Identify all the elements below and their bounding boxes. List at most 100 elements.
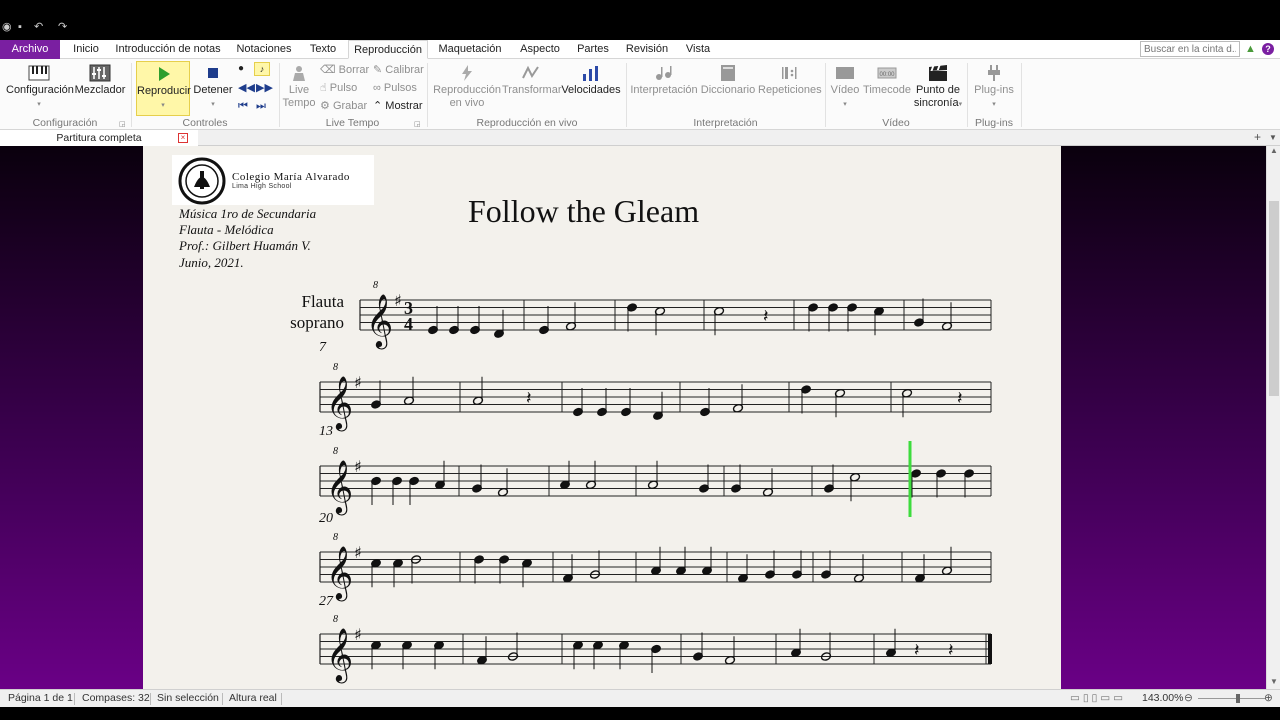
redo-icon[interactable]: ↷ — [58, 20, 67, 34]
tab-texto[interactable]: Texto — [303, 40, 343, 59]
document-tab-partitura-completa[interactable]: Partitura completa × — [0, 130, 198, 146]
undo-icon[interactable]: ↶ — [34, 20, 43, 34]
calibrar-button[interactable]: ✎ Calibrar — [373, 63, 424, 77]
dropdown-caret-icon: ▾ — [958, 101, 963, 108]
instrument-name-line2[interactable]: soprano — [274, 313, 344, 333]
show-icon: ⌃ — [373, 100, 383, 112]
zoom-out-icon[interactable]: ⊖ — [1184, 690, 1193, 707]
ribbon-tab-bar: Archivo Inicio Introducción de notas Not… — [0, 40, 1280, 59]
transformar-label: Transformar — [502, 84, 562, 96]
measure-number-20: 20 — [319, 511, 333, 526]
credit-line-2[interactable]: Flauta - Melódica — [179, 222, 274, 238]
document-tab-bar: Partitura completa × + ▼ — [0, 130, 1280, 146]
rewind-icon[interactable]: ◀◀ — [238, 81, 255, 95]
zoom-slider[interactable] — [1198, 698, 1266, 699]
close-tab-icon[interactable]: × — [178, 133, 188, 143]
metronome-icon[interactable]: ♪ — [254, 62, 270, 76]
title-bar: ◉ ▪ ↶ ↷ — [0, 0, 1280, 40]
reproducir-button[interactable]: Reproducir ▾ — [136, 61, 191, 116]
view-mode-icons[interactable]: ▭ ▯ ▯ ▭ ▭ — [1070, 690, 1123, 707]
tab-archivo[interactable]: Archivo — [0, 40, 60, 59]
school-subtitle: Lima High School — [232, 183, 292, 190]
grabar-button[interactable]: ⚙ Grabar — [320, 99, 367, 113]
app-logo-icon: ◉ — [2, 21, 12, 33]
vertical-scrollbar[interactable]: ▲ ▼ — [1266, 146, 1280, 689]
reproduccion-en-vivo-line1: Reproducción — [433, 84, 501, 96]
live-tempo-line1: Live — [288, 84, 310, 96]
lightning-icon — [462, 65, 472, 81]
measure-number-13: 13 — [319, 424, 333, 439]
reproduccion-en-vivo-button[interactable]: Reproducción en vivo — [432, 61, 502, 110]
credit-line-1[interactable]: Música 1ro de Secundaria — [179, 206, 316, 222]
tab-partes[interactable]: Partes — [573, 40, 613, 59]
save-icon[interactable]: ▪ — [18, 20, 22, 34]
cog-icon: ⚙ — [320, 100, 330, 112]
dropdown-caret-icon: ▾ — [211, 101, 215, 108]
interpretacion-button[interactable]: Interpretación — [630, 61, 698, 97]
collapse-ribbon-icon[interactable]: ▲ — [1245, 42, 1256, 56]
grabar-label: Grabar — [332, 100, 368, 112]
mostrar-button[interactable]: ⌃ Mostrar — [373, 99, 423, 113]
timecode-button[interactable]: 00:00 Timecode — [862, 61, 912, 97]
plug-ins-button[interactable]: Plug-ins ▾ — [972, 61, 1016, 111]
zoom-in-icon[interactable]: ⊕ — [1264, 690, 1273, 707]
tab-introduccion-notas[interactable]: Introducción de notas — [112, 40, 224, 59]
diccionario-button[interactable]: Diccionario — [700, 61, 756, 97]
status-separator — [222, 693, 223, 705]
tab-maquetacion[interactable]: Maquetación — [434, 40, 506, 59]
group-label-interpretacion: Interpretación — [693, 117, 758, 129]
scroll-down-icon[interactable]: ▼ — [1270, 677, 1278, 686]
go-to-start-icon[interactable]: ⏮ — [238, 99, 248, 113]
credit-line-3[interactable]: Prof.: Gilbert Huamán V. — [179, 238, 311, 254]
score-title[interactable]: Follow the Gleam — [468, 193, 699, 230]
scrollbar-thumb[interactable] — [1269, 201, 1279, 396]
repeat-icon — [782, 67, 797, 79]
pulsos-button[interactable]: ∞ Pulsos — [373, 81, 417, 95]
repeticiones-button[interactable]: Repeticiones — [758, 61, 822, 97]
pulses-icon: ∞ — [373, 82, 381, 94]
tab-inicio[interactable]: Inicio — [64, 40, 108, 59]
pulso-button[interactable]: ☝ Pulso — [320, 81, 357, 95]
tab-vista[interactable]: Vista — [680, 40, 716, 59]
punto-de-sincronia-button[interactable]: Punto de sincronía▾ — [913, 61, 963, 111]
transform-icon — [522, 65, 539, 79]
borrar-button[interactable]: ⌫ Borrar — [320, 63, 369, 77]
reproducir-label: Reproducir — [137, 85, 191, 97]
go-to-end-icon[interactable]: ⏭ — [256, 99, 266, 113]
ribbon-panel: Configuración ▾ Mezclador Configuración ◲… — [0, 59, 1280, 130]
transformar-button[interactable]: Transformar — [502, 61, 562, 97]
tap-icon: ☝ — [320, 82, 327, 94]
group-separator — [1021, 63, 1022, 127]
fast-forward-icon[interactable]: ▶▶ — [256, 81, 273, 95]
status-pitch: Altura real — [229, 692, 277, 704]
tab-menu-icon[interactable]: ▼ — [1269, 131, 1277, 145]
group-launcher-icon[interactable]: ◲ — [414, 120, 421, 128]
mezclador-button[interactable]: Mezclador — [74, 61, 126, 97]
tab-reproduccion[interactable]: Reproducción — [348, 40, 428, 59]
tab-notaciones[interactable]: Notaciones — [230, 40, 298, 59]
video-button[interactable]: Vídeo ▾ — [829, 61, 861, 111]
zoom-slider-thumb[interactable] — [1236, 694, 1240, 703]
ribbon-search-input[interactable] — [1140, 41, 1240, 57]
record-icon[interactable]: ● — [238, 62, 244, 76]
interpretacion-label: Interpretación — [630, 84, 698, 96]
help-icon[interactable]: ? — [1262, 43, 1274, 55]
instrument-name-line1[interactable]: Flauta — [274, 292, 345, 312]
svg-text:00:00: 00:00 — [879, 72, 895, 78]
mostrar-label: Mostrar — [385, 100, 423, 112]
credit-line-4[interactable]: Junio, 2021. — [179, 255, 244, 271]
tab-revision[interactable]: Revisión — [621, 40, 673, 59]
measure-number-7: 7 — [319, 340, 326, 355]
add-tab-icon[interactable]: + — [1254, 130, 1261, 144]
configuracion-button[interactable]: Configuración ▾ — [6, 61, 74, 111]
velocidades-button[interactable]: Velocidades — [561, 61, 621, 97]
detener-button[interactable]: Detener ▾ — [193, 61, 233, 111]
live-tempo-button[interactable]: Live Tempo — [282, 61, 316, 110]
scroll-up-icon[interactable]: ▲ — [1270, 146, 1278, 155]
stop-icon — [208, 68, 218, 78]
tab-aspecto[interactable]: Aspecto — [513, 40, 567, 59]
group-label-controles: Controles — [182, 117, 228, 129]
group-launcher-icon[interactable]: ◲ — [119, 120, 126, 128]
mezclador-label: Mezclador — [74, 84, 126, 96]
status-separator — [74, 693, 75, 705]
